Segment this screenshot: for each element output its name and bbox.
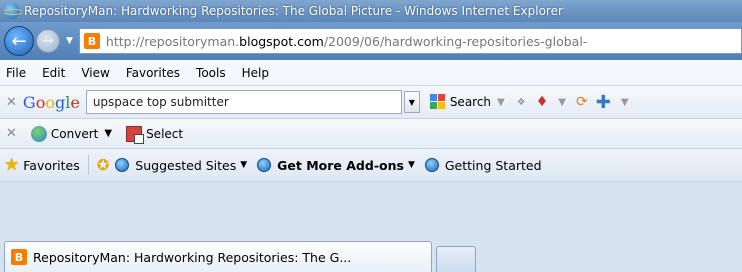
add-to-favorites-icon[interactable]: ✪	[97, 156, 110, 174]
google-logo[interactable]: Google	[23, 93, 80, 112]
tab-label: RepositoryMan: Hardworking Repositories:…	[33, 249, 352, 265]
new-tab-button[interactable]	[436, 246, 476, 272]
google-search-icon	[429, 94, 446, 110]
menu-help[interactable]: Help	[242, 66, 269, 80]
google-search-input[interactable]: upspace top submitter	[85, 90, 402, 114]
chevron-down-icon: ▼	[407, 160, 415, 170]
menu-file[interactable]: File	[6, 66, 26, 80]
chevron-down-icon: ▼	[240, 160, 248, 170]
convert-icon	[30, 125, 47, 142]
convert-dropdown-icon[interactable]: ▼	[104, 128, 112, 139]
menu-tools[interactable]: Tools	[196, 66, 226, 80]
search-options-icon[interactable]: ▼	[497, 97, 505, 108]
select-icon	[126, 125, 145, 144]
fav-link-label: Getting Started	[444, 157, 542, 173]
add-dropdown-icon[interactable]: ▼	[621, 97, 629, 108]
url-prefix: http://repositoryman.	[105, 33, 240, 49]
pagerank-icon[interactable]: ⟳	[576, 94, 588, 110]
favorites-star-icon[interactable]: ★	[4, 155, 19, 175]
fav-link-label: Suggested Sites	[135, 157, 237, 173]
google-search-value: upspace top submitter	[92, 95, 229, 109]
add-button-icon[interactable]: ✚	[596, 92, 611, 113]
close-convert-toolbar-icon[interactable]: ✕	[6, 126, 17, 141]
fav-link-getting-started[interactable]: Getting Started	[424, 157, 542, 173]
ie-page-icon	[115, 158, 130, 172]
search-dropdown-icon[interactable]: ▼	[403, 91, 420, 113]
window-title: RepositoryMan: Hardworking Repositories:…	[24, 4, 563, 18]
blogger-icon: B	[83, 33, 100, 49]
tab-active[interactable]: B RepositoryMan: Hardworking Repositorie…	[4, 241, 432, 272]
close-toolbar-icon[interactable]: ✕	[6, 95, 17, 110]
bookmarks-dropdown-icon[interactable]: ▼	[558, 97, 566, 108]
back-button[interactable]: ←	[4, 26, 34, 56]
bookmarks-icon[interactable]: ♦	[536, 94, 549, 110]
url-path: /2009/06/hardworking-repositories-global…	[323, 33, 588, 49]
favorites-divider	[87, 155, 89, 175]
ie-page-icon	[424, 158, 439, 172]
search-button-label: Search	[449, 95, 492, 109]
select-button[interactable]: Select	[146, 127, 183, 141]
convert-toolbar: ✕ Convert ▼ Select	[0, 119, 742, 149]
google-toolbar: ✕ Google upspace top submitter ▼ Search …	[0, 86, 742, 119]
convert-button[interactable]: Convert	[51, 127, 98, 141]
favorites-bar: ★ Favorites ✪ Suggested Sites ▼ Get More…	[0, 149, 742, 182]
title-bar: RepositoryMan: Hardworking Repositories:…	[0, 0, 742, 22]
fav-link-label: Get More Add-ons	[277, 157, 404, 173]
menu-bar: File Edit View Favorites Tools Help	[0, 60, 742, 86]
address-row: ← → ▼ B http://repositoryman. blogspot.co…	[0, 22, 742, 60]
history-dropdown-icon[interactable]: ▼	[66, 36, 73, 46]
ie-page-icon	[257, 158, 272, 172]
address-input[interactable]: B http://repositoryman. blogspot.com/2009…	[78, 28, 742, 54]
fav-link-get-more-addons[interactable]: Get More Add-ons ▼	[257, 158, 415, 173]
favorites-button[interactable]: Favorites	[23, 158, 79, 173]
menu-view[interactable]: View	[81, 66, 109, 80]
toolbar-divider: ❖	[516, 96, 526, 108]
tabs-row: B RepositoryMan: Hardworking Repositorie…	[0, 182, 742, 272]
fav-link-suggested-sites[interactable]: Suggested Sites ▼	[115, 158, 247, 173]
forward-button[interactable]: →	[36, 29, 60, 53]
blogger-icon: B	[11, 249, 27, 265]
google-search-button[interactable]: Search ▼	[429, 94, 511, 110]
menu-edit[interactable]: Edit	[42, 66, 65, 80]
ie-icon	[2, 3, 24, 19]
menu-favorites[interactable]: Favorites	[126, 66, 180, 80]
url-domain: blogspot.com	[239, 33, 324, 49]
browser-window: RepositoryMan: Hardworking Repositories:…	[0, 0, 742, 272]
